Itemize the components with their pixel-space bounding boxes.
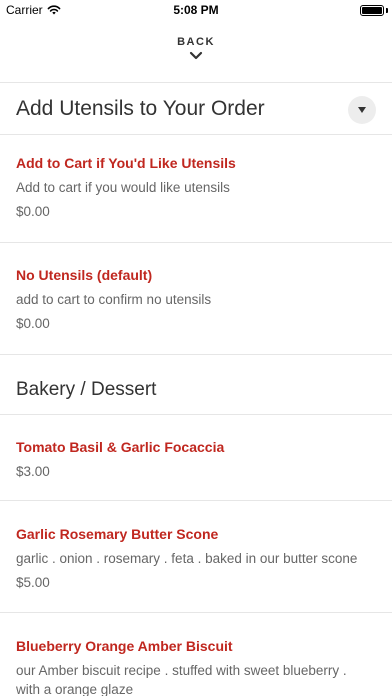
menu-item[interactable]: Blueberry Orange Amber Biscuit our Amber… — [16, 637, 376, 696]
battery-nub — [386, 8, 388, 13]
item-description-line: with a orange glaze — [16, 682, 134, 696]
divider — [0, 242, 392, 243]
triangle-down-icon — [358, 107, 366, 113]
item-price: $5.00 — [16, 575, 50, 590]
chevron-down-icon — [189, 51, 203, 60]
status-bar: Carrier 5:08 PM — [0, 0, 392, 22]
item-description: our Amber biscuit recipe . stuffed with … — [16, 661, 376, 696]
menu-item[interactable]: Add to Cart if You'd Like Utensils Add t… — [16, 154, 376, 222]
section-title-bakery: Bakery / Dessert — [16, 379, 157, 400]
item-description: Add to cart if you would like utensils — [16, 180, 230, 195]
battery-level — [362, 7, 382, 14]
item-price: $0.00 — [16, 316, 50, 331]
item-price: $0.00 — [16, 204, 50, 219]
divider — [0, 500, 392, 501]
back-label: BACK — [177, 36, 215, 48]
divider — [0, 82, 392, 83]
menu-item[interactable]: Garlic Rosemary Butter Scone garlic . on… — [16, 525, 376, 593]
section-title-utensils: Add Utensils to Your Order — [16, 97, 265, 120]
item-price: $3.00 — [16, 464, 50, 479]
back-button[interactable]: BACK — [0, 36, 392, 61]
menu-item[interactable]: No Utensils (default) add to cart to con… — [16, 266, 376, 334]
divider — [0, 414, 392, 415]
status-time: 5:08 PM — [173, 3, 219, 17]
menu-item[interactable]: Tomato Basil & Garlic Focaccia $3.00 — [16, 438, 376, 482]
item-description: add to cart to confirm no utensils — [16, 292, 212, 307]
divider — [0, 612, 392, 613]
item-name: Tomato Basil & Garlic Focaccia — [16, 439, 225, 455]
divider — [0, 134, 392, 135]
item-name: Blueberry Orange Amber Biscuit — [16, 638, 233, 654]
item-name: No Utensils (default) — [16, 267, 153, 283]
divider — [0, 354, 392, 355]
section-collapse-button[interactable] — [348, 96, 376, 124]
item-name: Add to Cart if You'd Like Utensils — [16, 155, 236, 171]
item-description: garlic . onion . rosemary . feta . baked… — [16, 551, 358, 566]
item-description-line: our Amber biscuit recipe . stuffed with … — [16, 663, 347, 678]
item-name: Garlic Rosemary Butter Scone — [16, 526, 219, 542]
battery-icon — [360, 5, 384, 16]
